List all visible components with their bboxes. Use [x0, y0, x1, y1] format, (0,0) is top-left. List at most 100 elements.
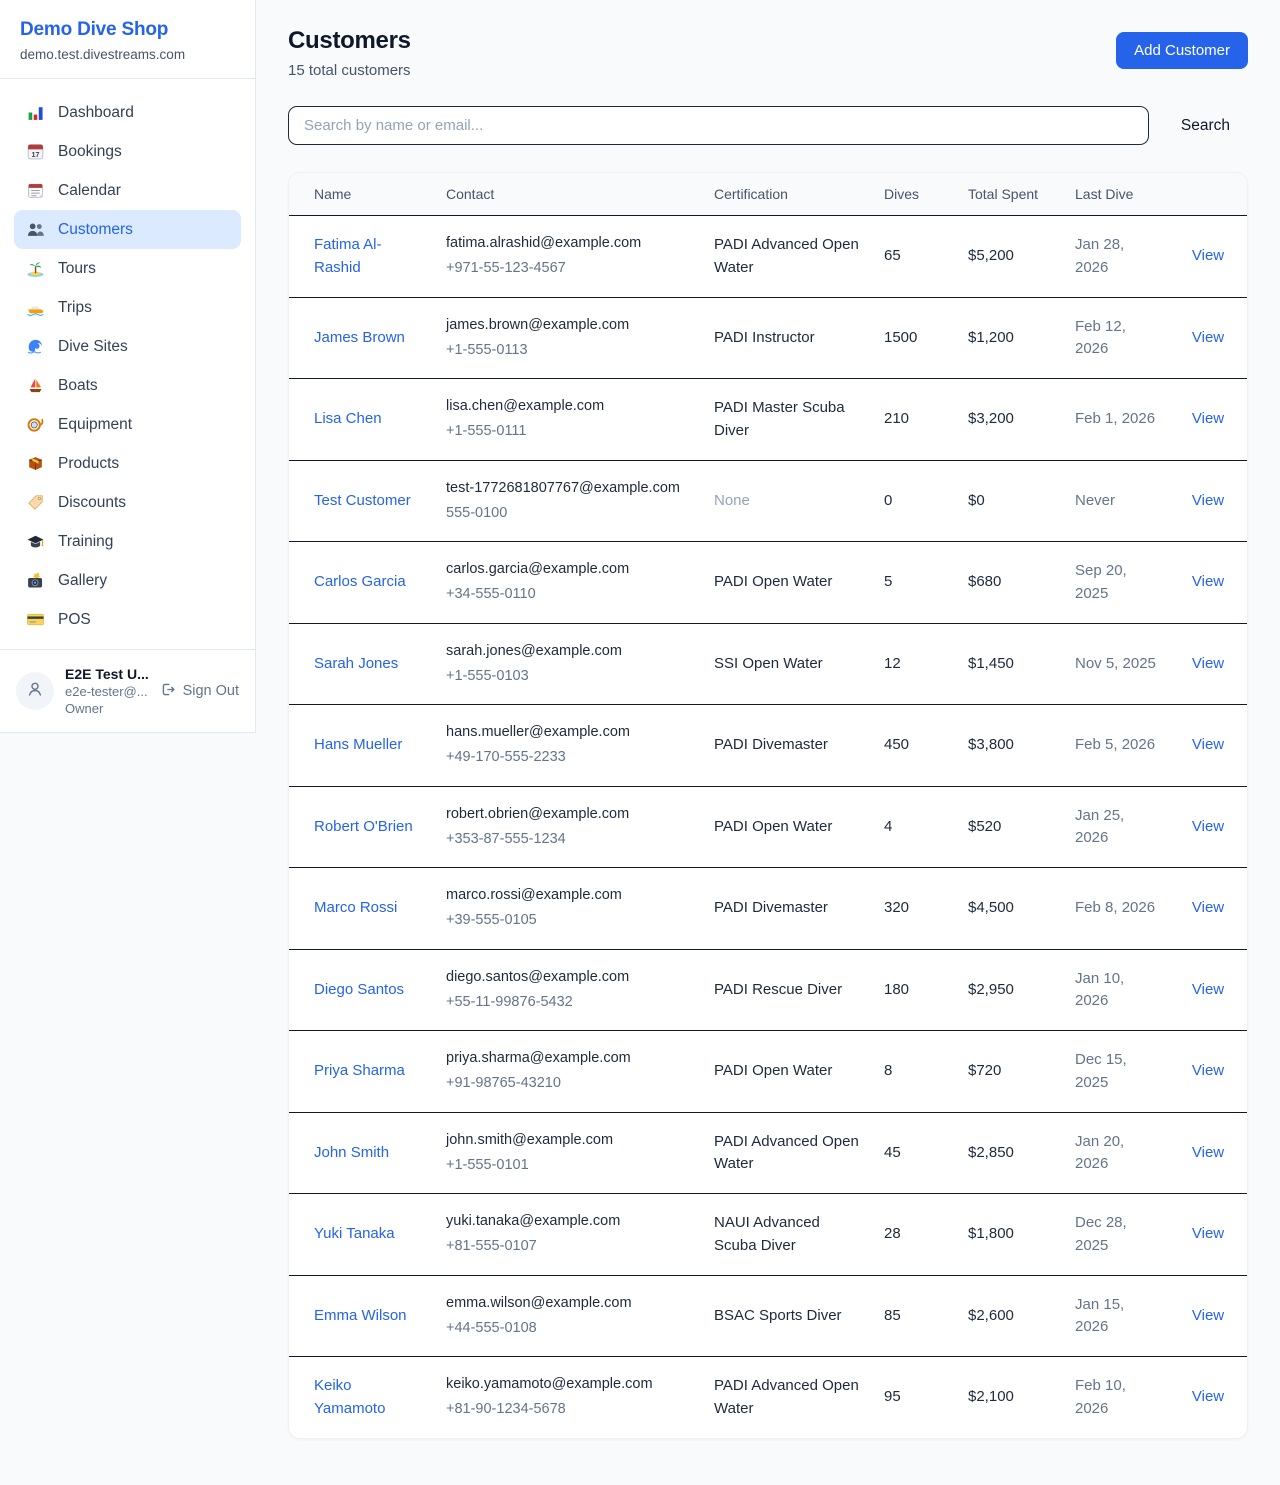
customer-name-link[interactable]: Test Customer — [314, 492, 411, 509]
main-content: Customers 15 total customers Add Custome… — [256, 0, 1280, 1471]
view-link[interactable]: View — [1192, 818, 1224, 835]
view-link[interactable]: View — [1192, 655, 1224, 672]
customer-phone: +1-555-0103 — [446, 666, 690, 688]
table-row: Lisa Chen lisa.chen@example.com +1-555-0… — [289, 379, 1247, 461]
sidebar-item-discounts[interactable]: Discounts — [14, 483, 241, 522]
customer-name-link[interactable]: James Brown — [314, 329, 405, 346]
customer-phone: 555-0100 — [446, 503, 690, 525]
sign-out-button[interactable]: Sign Out — [159, 681, 239, 702]
customer-name-link[interactable]: Carlos Garcia — [314, 573, 406, 590]
sidebar-item-dive-sites[interactable]: Dive Sites — [14, 327, 241, 366]
user-email: e2e-tester@... — [65, 684, 148, 699]
customer-name-link[interactable]: Keiko Yamamoto — [314, 1377, 385, 1417]
sidebar-item-training[interactable]: Training — [14, 522, 241, 561]
customer-phone: +39-555-0105 — [446, 910, 690, 932]
customer-dives: 45 — [872, 1112, 956, 1194]
view-link[interactable]: View — [1192, 1307, 1224, 1324]
sidebar-item-label: Training — [58, 533, 113, 551]
trips-icon — [26, 298, 45, 317]
customer-total-spent: $1,200 — [956, 297, 1063, 379]
customer-certification: PADI Advanced Open Water — [702, 216, 872, 298]
table-row: Fatima Al-Rashid fatima.alrashid@example… — [289, 216, 1247, 298]
customer-name-link[interactable]: Priya Sharma — [314, 1062, 405, 1079]
customer-email: yuki.tanaka@example.com — [446, 1211, 690, 1233]
customer-name-link[interactable]: John Smith — [314, 1144, 389, 1161]
customer-total-spent: $4,500 — [956, 868, 1063, 950]
view-link[interactable]: View — [1192, 1062, 1224, 1079]
customer-total-spent: $680 — [956, 542, 1063, 624]
sidebar-item-customers[interactable]: Customers — [14, 210, 241, 249]
customer-name-link[interactable]: Sarah Jones — [314, 655, 398, 672]
view-link[interactable]: View — [1192, 899, 1224, 916]
customer-certification: BSAC Sports Diver — [702, 1275, 872, 1357]
sidebar-item-trips[interactable]: Trips — [14, 288, 241, 327]
view-link[interactable]: View — [1192, 492, 1224, 509]
view-link[interactable]: View — [1192, 981, 1224, 998]
customer-dives: 28 — [872, 1194, 956, 1276]
customer-email: fatima.alrashid@example.com — [446, 233, 690, 255]
customer-total-spent: $3,200 — [956, 379, 1063, 461]
customer-certification: PADI Divemaster — [702, 868, 872, 950]
sidebar-item-calendar[interactable]: Calendar — [14, 171, 241, 210]
customer-total-spent: $3,800 — [956, 705, 1063, 787]
view-link[interactable]: View — [1192, 736, 1224, 753]
view-link[interactable]: View — [1192, 329, 1224, 346]
view-link[interactable]: View — [1192, 1144, 1224, 1161]
column-header-name: Name — [289, 173, 434, 216]
customer-phone: +81-90-1234-5678 — [446, 1399, 690, 1421]
customer-certification: PADI Divemaster — [702, 705, 872, 787]
customer-dives: 0 — [872, 460, 956, 542]
sidebar-item-tours[interactable]: Tours — [14, 249, 241, 288]
customer-dives: 450 — [872, 705, 956, 787]
person-icon — [25, 679, 45, 704]
customer-name-link[interactable]: Marco Rossi — [314, 899, 397, 916]
table-header-row: Name Contact Certification Dives Total S… — [289, 173, 1247, 216]
view-link[interactable]: View — [1192, 573, 1224, 590]
sidebar-item-bookings[interactable]: 17Bookings — [14, 132, 241, 171]
view-link[interactable]: View — [1192, 1225, 1224, 1242]
sidebar-item-equipment[interactable]: Equipment — [14, 405, 241, 444]
column-header-total-spent: Total Spent — [956, 173, 1063, 216]
sidebar-item-label: Trips — [58, 299, 92, 317]
sidebar-item-label: Equipment — [58, 416, 132, 434]
customer-name-link[interactable]: Yuki Tanaka — [314, 1225, 395, 1242]
customer-name-link[interactable]: Hans Mueller — [314, 736, 402, 753]
view-link[interactable]: View — [1192, 247, 1224, 264]
customer-email: keiko.yamamoto@example.com — [446, 1374, 690, 1396]
column-header-last-dive: Last Dive — [1063, 173, 1169, 216]
products-icon — [26, 454, 45, 473]
view-link[interactable]: View — [1192, 410, 1224, 427]
customer-name-link[interactable]: Diego Santos — [314, 981, 404, 998]
search-input[interactable] — [288, 106, 1149, 145]
customer-certification: None — [702, 460, 872, 542]
customer-last-dive: Feb 1, 2026 — [1063, 379, 1169, 461]
customer-email: priya.sharma@example.com — [446, 1048, 690, 1070]
table-row: Sarah Jones sarah.jones@example.com +1-5… — [289, 623, 1247, 705]
user-role: Owner — [65, 701, 148, 716]
column-header-contact: Contact — [434, 173, 702, 216]
customer-phone: +1-555-0111 — [446, 421, 690, 443]
customer-phone: +55-11-99876-5432 — [446, 992, 690, 1014]
add-customer-button[interactable]: Add Customer — [1116, 32, 1248, 69]
sidebar-item-pos[interactable]: POS — [14, 600, 241, 639]
customer-name-link[interactable]: Fatima Al-Rashid — [314, 236, 382, 276]
sidebar-item-dashboard[interactable]: Dashboard — [14, 93, 241, 132]
sidebar-item-boats[interactable]: Boats — [14, 366, 241, 405]
customer-name-link[interactable]: Emma Wilson — [314, 1307, 407, 1324]
sidebar-item-products[interactable]: Products — [14, 444, 241, 483]
customer-email: sarah.jones@example.com — [446, 641, 690, 663]
sidebar-item-gallery[interactable]: Gallery — [14, 561, 241, 600]
sidebar-item-label: Dive Sites — [58, 338, 128, 356]
view-link[interactable]: View — [1192, 1388, 1224, 1405]
column-header-certification: Certification — [702, 173, 872, 216]
customers-table: Name Contact Certification Dives Total S… — [289, 173, 1247, 1438]
search-button[interactable]: Search — [1181, 109, 1230, 143]
customer-dives: 65 — [872, 216, 956, 298]
customer-last-dive: Sep 20, 2025 — [1063, 542, 1169, 624]
sidebar-nav: Dashboard 17BookingsCalendarCustomersTour… — [0, 78, 255, 649]
customer-name-link[interactable]: Robert O'Brien — [314, 818, 413, 835]
sidebar-item-label: Dashboard — [58, 104, 134, 122]
customer-total-spent: $520 — [956, 786, 1063, 868]
customer-name-link[interactable]: Lisa Chen — [314, 410, 382, 427]
customer-email: robert.obrien@example.com — [446, 804, 690, 826]
